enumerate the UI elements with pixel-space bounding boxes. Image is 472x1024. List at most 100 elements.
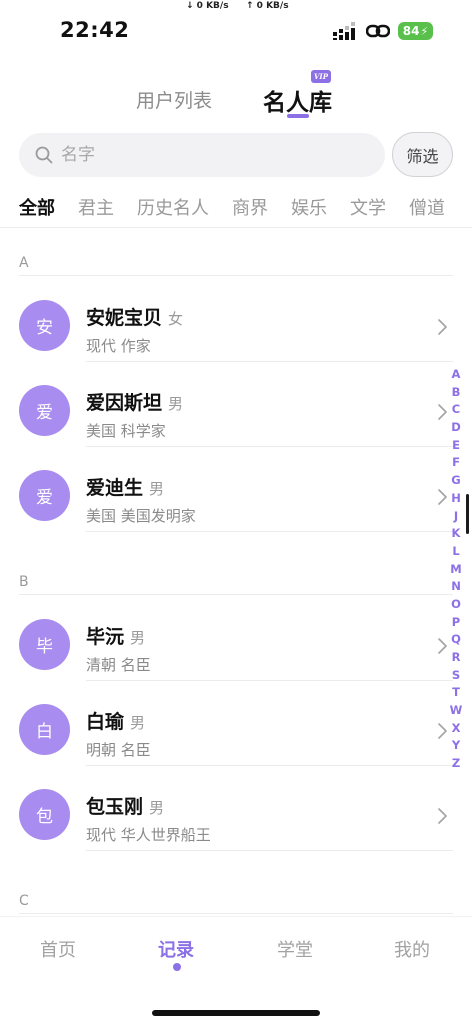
person-name: 爱因斯坦 <box>86 392 163 414</box>
person-title: 安妮宝贝女 <box>86 303 183 330</box>
category-tab[interactable]: 文学 <box>350 194 386 220</box>
person-name: 包玉刚 <box>86 796 144 818</box>
avatar: 白 <box>19 704 70 755</box>
person-gender: 男 <box>130 714 146 732</box>
section-letter: B <box>19 574 29 590</box>
battery-level: 84 <box>402 24 420 38</box>
alphabet-letter[interactable]: Q <box>449 631 463 649</box>
alphabet-letter[interactable]: R <box>449 649 463 667</box>
alphabet-letter[interactable]: K <box>449 525 463 543</box>
filter-button[interactable]: 筛选 <box>392 132 453 177</box>
vip-badge: VIP <box>311 70 331 83</box>
nav-home[interactable]: 首页 <box>40 936 76 962</box>
person-gender: 男 <box>149 480 165 498</box>
chevron-right-icon <box>438 723 447 739</box>
person-title: 白瑜男 <box>86 707 145 734</box>
tab-user-list[interactable]: 用户列表 <box>136 86 212 113</box>
person-row[interactable]: 爱 爱因斯坦男 美国 科学家 <box>0 361 472 447</box>
person-gender: 女 <box>168 310 184 328</box>
section-divider <box>19 913 453 914</box>
alphabet-letter[interactable]: J <box>449 508 463 526</box>
net-down-speed: ↓ 0 KB/s <box>186 1 229 11</box>
nav-academy[interactable]: 学堂 <box>277 936 313 962</box>
search-input[interactable] <box>61 133 361 177</box>
section-header: B <box>0 547 472 595</box>
chevron-right-icon <box>438 638 447 654</box>
alphabet-letter[interactable]: O <box>449 596 463 614</box>
nav-mine[interactable]: 我的 <box>394 936 430 962</box>
chevron-right-icon <box>438 489 447 505</box>
alphabet-letter[interactable]: P <box>449 614 463 632</box>
person-gender: 男 <box>168 395 184 413</box>
alphabet-letter[interactable]: B <box>449 384 463 402</box>
person-title: 毕沅男 <box>86 622 145 649</box>
alphabet-letter[interactable]: N <box>449 578 463 596</box>
alphabet-letter[interactable]: G <box>449 472 463 490</box>
alphabet-letter[interactable]: Z <box>449 755 463 773</box>
scrollbar-thumb[interactable] <box>466 494 469 534</box>
alphabet-letter[interactable]: F <box>449 454 463 472</box>
search-icon <box>35 146 53 164</box>
person-row[interactable]: 毕 毕沅男 清朝 名臣 <box>0 595 472 681</box>
active-tab-indicator <box>287 114 309 118</box>
chevron-right-icon <box>438 808 447 824</box>
avatar: 包 <box>19 789 70 840</box>
person-gender: 男 <box>130 629 146 647</box>
person-description: 美国 美国发明家 <box>86 507 196 525</box>
alphabet-letter[interactable]: S <box>449 667 463 685</box>
category-tab[interactable]: 商界 <box>232 194 268 220</box>
person-row[interactable]: 安 安妮宝贝女 现代 作家 <box>0 276 472 362</box>
row-divider <box>86 531 453 532</box>
people-list[interactable]: A 安 安妮宝贝女 现代 作家 爱 爱因斯坦男 美国 科学家 爱 爱迪生男 美国… <box>0 228 472 916</box>
person-name: 安妮宝贝 <box>86 307 163 329</box>
person-row[interactable]: 爱 爱迪生男 美国 美国发明家 <box>0 446 472 532</box>
alphabet-letter[interactable]: A <box>449 366 463 384</box>
alphabet-letter[interactable]: M <box>449 561 463 579</box>
person-title: 爱迪生男 <box>86 473 164 500</box>
person-name: 白瑜 <box>86 711 125 733</box>
category-tab[interactable]: 僧道 <box>409 194 445 220</box>
alphabet-letter[interactable]: H <box>449 490 463 508</box>
home-indicator <box>152 1010 320 1016</box>
alphabet-letter[interactable]: E <box>449 437 463 455</box>
category-tab[interactable]: 君主 <box>78 194 114 220</box>
person-row[interactable]: 包 包玉刚男 现代 华人世界船王 <box>0 765 472 851</box>
alphabet-letter[interactable]: W <box>449 702 463 720</box>
avatar: 安 <box>19 300 70 351</box>
person-title: 爱因斯坦男 <box>86 388 183 415</box>
category-tab[interactable]: 历史名人 <box>137 194 209 220</box>
nav-active-dot <box>173 963 181 971</box>
alphabet-letter[interactable]: X <box>449 720 463 738</box>
person-description: 明朝 名臣 <box>86 741 151 759</box>
battery-indicator: 84 ⚡ <box>398 22 433 40</box>
charging-bolt-icon: ⚡ <box>420 24 429 38</box>
person-name: 毕沅 <box>86 626 125 648</box>
search-box[interactable] <box>19 133 385 177</box>
alphabet-index[interactable]: ABCDEFGHJKLMNOPQRSTWXYZ <box>449 366 463 773</box>
person-description: 美国 科学家 <box>86 422 166 440</box>
category-tab[interactable]: 全部 <box>19 194 55 220</box>
alphabet-letter[interactable]: C <box>449 401 463 419</box>
chevron-right-icon <box>438 404 447 420</box>
person-gender: 男 <box>149 799 165 817</box>
person-description: 现代 华人世界船王 <box>86 826 211 844</box>
person-name: 爱迪生 <box>86 477 144 499</box>
status-bar: 22:42 ↓ 0 KB/s ↑ 0 KB/s 84 ⚡ <box>0 0 472 60</box>
tab-famous-people[interactable]: 名人库 <box>263 83 332 117</box>
hotspot-link-icon <box>366 24 390 38</box>
person-row[interactable]: 白 白瑜男 明朝 名臣 <box>0 680 472 766</box>
alphabet-letter[interactable]: L <box>449 543 463 561</box>
avatar: 爱 <box>19 385 70 436</box>
alphabet-letter[interactable]: D <box>449 419 463 437</box>
alphabet-letter[interactable]: T <box>449 684 463 702</box>
alphabet-letter[interactable]: Y <box>449 737 463 755</box>
category-tabs: 全部 君主 历史名人 商界 娱乐 文学 僧道 <box>19 194 472 224</box>
category-tab[interactable]: 娱乐 <box>291 194 327 220</box>
section-header: A <box>0 228 472 276</box>
person-description: 清朝 名臣 <box>86 656 151 674</box>
signal-icon <box>333 22 355 40</box>
section-header: C <box>0 866 472 914</box>
person-title: 包玉刚男 <box>86 792 164 819</box>
nav-records[interactable]: 记录 <box>158 936 194 962</box>
